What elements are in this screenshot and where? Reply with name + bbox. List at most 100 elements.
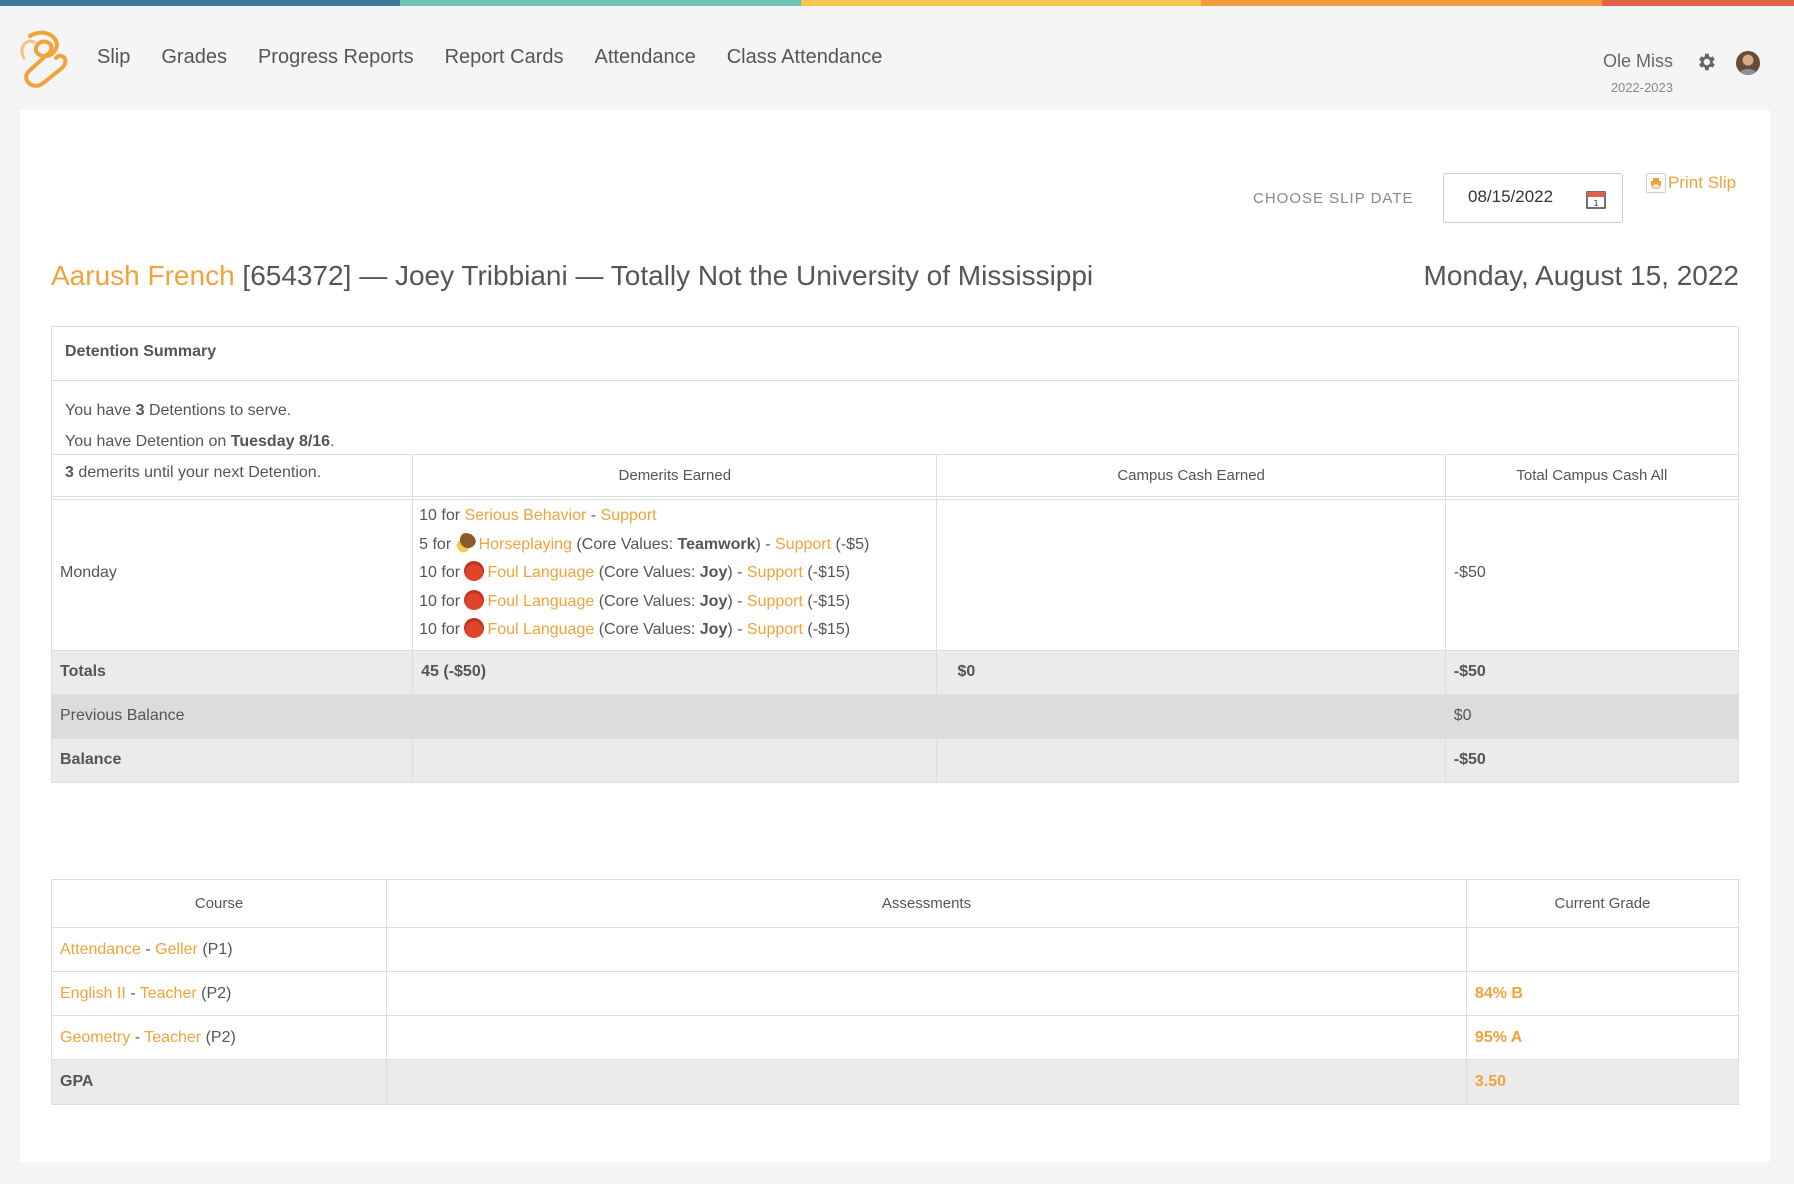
previous-balance-blank-1 xyxy=(412,693,938,739)
line2-pre: You have Detention on xyxy=(65,433,231,450)
staff-link[interactable]: Support xyxy=(601,507,657,524)
header-demerits-earned: Demerits Earned xyxy=(412,454,938,497)
demerit-entry: 10 for Foul Language (Core Values: Joy) … xyxy=(419,588,930,617)
user-avatar[interactable] xyxy=(1736,51,1760,75)
demerit-cash: (-$5) xyxy=(835,535,870,553)
slip-date-input[interactable]: 08/15/2022 1 xyxy=(1443,173,1623,223)
demerits-cell: 10 for Serious Behavior - Support 5 for … xyxy=(412,496,938,651)
teacher-link[interactable]: Geller xyxy=(155,941,198,958)
demerit-points: 10 xyxy=(419,621,437,638)
teacher-link[interactable]: Teacher xyxy=(140,985,197,1002)
demerit-points: 5 xyxy=(419,535,429,553)
assessments-cell xyxy=(386,971,1467,1016)
behavior-link[interactable]: Foul Language xyxy=(487,593,594,610)
behavior-table: Demerits Earned Campus Cash Earned Total… xyxy=(50,454,1740,783)
balance-value: -$50 xyxy=(1444,737,1740,783)
teacher-link[interactable]: Teacher xyxy=(144,1029,201,1046)
nav-links: Slip Grades Progress Reports Report Card… xyxy=(97,46,882,69)
grades-header-row: Course Assessments Current Grade xyxy=(50,879,1740,928)
behavior-header-blank xyxy=(50,454,414,497)
day-total-cash: -$50 xyxy=(1444,496,1740,651)
core-value: Teamwork xyxy=(677,535,756,553)
line2-post: . xyxy=(330,433,335,450)
behavior-link[interactable]: Foul Language xyxy=(487,564,594,581)
header-course: Course xyxy=(50,879,388,928)
header-current-grade: Current Grade xyxy=(1465,879,1740,928)
gpa-value: 3.50 xyxy=(1465,1059,1740,1105)
behavior-link[interactable]: Horseplaying xyxy=(479,536,572,553)
student-name-link[interactable]: Aarush French xyxy=(51,260,235,291)
behavior-link[interactable]: Foul Language xyxy=(487,621,594,638)
school-name: Ole Miss xyxy=(1602,51,1673,71)
staff-link[interactable]: Support xyxy=(747,593,803,610)
demerit-entry: 10 for Serious Behavior - Support xyxy=(419,507,657,524)
demerit-for: for xyxy=(436,621,465,638)
course-row: English II - Teacher (P2) 84% B xyxy=(50,971,1740,1016)
totals-row: Totals 45 (-$50) $0 -$50 xyxy=(50,649,1740,695)
nav-link-progress-reports[interactable]: Progress Reports xyxy=(258,46,414,69)
demerit-points: 10 xyxy=(419,564,437,581)
print-slip-link[interactable]: Print Slip xyxy=(1646,173,1736,193)
current-grade[interactable] xyxy=(1465,927,1740,972)
course-period: (P1) xyxy=(202,940,233,958)
course-row: Geometry - Teacher (P2) 95% A xyxy=(50,1015,1740,1060)
gpa-blank xyxy=(386,1059,1467,1105)
totals-cash-all: -$50 xyxy=(1444,649,1740,695)
day-row: Monday 10 for Serious Behavior - Support… xyxy=(50,496,1740,651)
nav-link-class-attendance[interactable]: Class Attendance xyxy=(727,46,883,69)
top-navigation: Slip Grades Progress Reports Report Card… xyxy=(0,6,1794,110)
line1-pre: You have xyxy=(65,402,136,419)
course-row: Attendance - Geller (P1) xyxy=(50,927,1740,972)
course-cell: Attendance - Geller (P1) xyxy=(50,927,388,972)
staff-link[interactable]: Support xyxy=(747,621,803,638)
demerit-cash: (-$15) xyxy=(807,621,851,638)
staff-link[interactable]: Support xyxy=(747,564,803,581)
day-label: Monday xyxy=(50,496,414,651)
demerit-cash: (-$15) xyxy=(807,592,851,610)
current-grade[interactable]: 84% B xyxy=(1465,971,1740,1016)
course-period: (P2) xyxy=(205,1028,236,1046)
school-selector[interactable]: Ole Miss 2022-2023 xyxy=(1603,51,1673,95)
demerit-for: for xyxy=(436,564,465,581)
slip-long-date: Monday, August 15, 2022 xyxy=(1423,260,1740,291)
course-link[interactable]: Geometry xyxy=(60,1029,130,1046)
student-heading-rest: [654372] — Joey Tribbiani — Totally Not … xyxy=(234,260,1094,291)
balance-blank-1 xyxy=(412,737,938,783)
demerit-entry: 5 for Horseplaying (Core Values: Teamwor… xyxy=(419,531,930,560)
slip-panel: CHOOSE SLIP DATE 08/15/2022 1 Print Slip… xyxy=(20,110,1770,1162)
core-values-label: Core Values: xyxy=(604,621,700,638)
detention-line-2: You have Detention on Tuesday 8/16. xyxy=(65,426,1725,457)
horse-emoji-icon xyxy=(455,532,476,553)
assessments-cell xyxy=(386,927,1467,972)
print-slip-label: Print Slip xyxy=(1668,173,1737,192)
slip-date-value: 08/15/2022 xyxy=(1468,187,1554,206)
choose-slip-date-label: CHOOSE SLIP DATE xyxy=(1253,190,1414,207)
calendar-icon[interactable]: 1 xyxy=(1586,189,1606,209)
demerit-for: for xyxy=(436,507,465,524)
staff-link[interactable]: Support xyxy=(775,536,831,553)
school-logo-icon[interactable] xyxy=(18,28,72,92)
nav-link-slip[interactable]: Slip xyxy=(97,46,130,69)
current-grade[interactable]: 95% A xyxy=(1465,1015,1740,1060)
previous-balance-value: $0 xyxy=(1444,693,1740,739)
nav-link-attendance[interactable]: Attendance xyxy=(595,46,696,69)
core-values-label: Core Values: xyxy=(604,592,700,610)
course-period: (P2) xyxy=(201,984,232,1002)
totals-cash-earned: $0 xyxy=(936,649,1446,695)
course-link[interactable]: Attendance xyxy=(60,941,141,958)
nav-link-report-cards[interactable]: Report Cards xyxy=(445,46,564,69)
behavior-link[interactable]: Serious Behavior xyxy=(464,507,586,524)
gear-icon[interactable] xyxy=(1695,51,1717,73)
course-cell: English II - Teacher (P2) xyxy=(50,971,388,1016)
detentions-count: 3 xyxy=(135,402,145,419)
demerit-cash: (-$15) xyxy=(807,564,851,581)
detention-line-1: You have 3 Detentions to serve. xyxy=(65,395,1725,426)
svg-text:1: 1 xyxy=(1593,199,1598,208)
header-campus-cash-earned: Campus Cash Earned xyxy=(936,454,1446,497)
nav-link-grades[interactable]: Grades xyxy=(161,46,227,69)
detention-summary-title: Detention Summary xyxy=(52,327,1738,381)
student-heading: Aarush French [654372] — Joey Tribbiani … xyxy=(51,260,1093,292)
course-link[interactable]: English II xyxy=(60,985,126,1002)
next-detention-date: Tuesday 8/16 xyxy=(230,433,331,450)
line1-post: Detentions to serve. xyxy=(144,402,292,419)
